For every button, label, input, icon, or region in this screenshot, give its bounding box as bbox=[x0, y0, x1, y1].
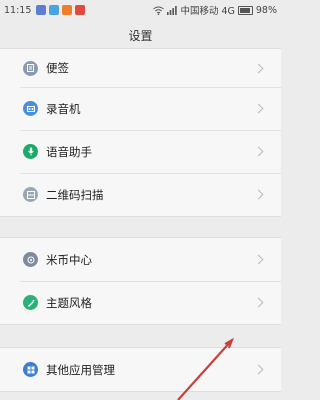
setting-row-notes[interactable]: 便签 bbox=[0, 49, 281, 87]
chevron-right-icon bbox=[253, 63, 264, 73]
setting-label: 米币中心 bbox=[46, 252, 92, 267]
settings-section-apps: 便签 录音机 语音助手 二维码扫描 bbox=[0, 48, 281, 217]
setting-label: 录音机 bbox=[46, 101, 81, 116]
battery-percent: 98% bbox=[255, 4, 277, 16]
setting-label: 主题风格 bbox=[46, 295, 92, 310]
status-bar: 11:15 中国移动 4G 98% bbox=[0, 0, 281, 20]
chevron-right-icon bbox=[253, 146, 264, 157]
carrier-label: 中国移动 4G bbox=[180, 6, 235, 17]
chevron-right-icon bbox=[253, 254, 264, 265]
notification-icon-3 bbox=[62, 5, 73, 15]
notification-icons bbox=[36, 5, 86, 15]
mic-icon bbox=[23, 144, 38, 159]
chevron-right-icon bbox=[253, 103, 264, 114]
setting-label: 二维码扫描 bbox=[46, 187, 104, 202]
settings-list: 便签 录音机 语音助手 二维码扫描 米币中心 主题风格 其他应用管理 bbox=[0, 48, 281, 392]
theme-icon bbox=[23, 295, 38, 310]
notification-icon-2 bbox=[49, 5, 60, 15]
setting-row-theme-style[interactable]: 主题风格 bbox=[0, 281, 281, 324]
coin-icon bbox=[23, 252, 38, 267]
notification-icon-4 bbox=[75, 5, 86, 15]
setting-row-voice-assistant[interactable]: 语音助手 bbox=[0, 130, 281, 173]
qr-scan-icon bbox=[23, 187, 38, 202]
setting-row-recorder[interactable]: 录音机 bbox=[0, 87, 281, 130]
status-time: 11:15 bbox=[4, 4, 32, 16]
settings-section-account: 米币中心 主题风格 bbox=[0, 237, 281, 325]
settings-section-other: 其他应用管理 bbox=[0, 347, 281, 392]
setting-label: 语音助手 bbox=[46, 144, 92, 159]
page-title: 设置 bbox=[128, 29, 153, 43]
notification-icon-1 bbox=[36, 5, 47, 15]
setting-label: 其他应用管理 bbox=[46, 362, 115, 377]
setting-row-other-apps[interactable]: 其他应用管理 bbox=[0, 348, 281, 391]
wifi-icon bbox=[153, 6, 165, 15]
recorder-icon bbox=[23, 101, 38, 116]
apps-icon bbox=[23, 362, 38, 377]
setting-row-qr-scan[interactable]: 二维码扫描 bbox=[0, 173, 281, 216]
signal-icon bbox=[167, 5, 178, 15]
battery-icon bbox=[237, 5, 253, 15]
status-right: 中国移动 4G 98% bbox=[153, 3, 277, 17]
setting-row-mi-coin-center[interactable]: 米币中心 bbox=[0, 238, 281, 281]
chevron-right-icon bbox=[253, 364, 264, 375]
chevron-right-icon bbox=[253, 189, 264, 200]
note-icon bbox=[23, 60, 38, 76]
setting-label: 便签 bbox=[46, 61, 69, 75]
chevron-right-icon bbox=[253, 297, 264, 308]
